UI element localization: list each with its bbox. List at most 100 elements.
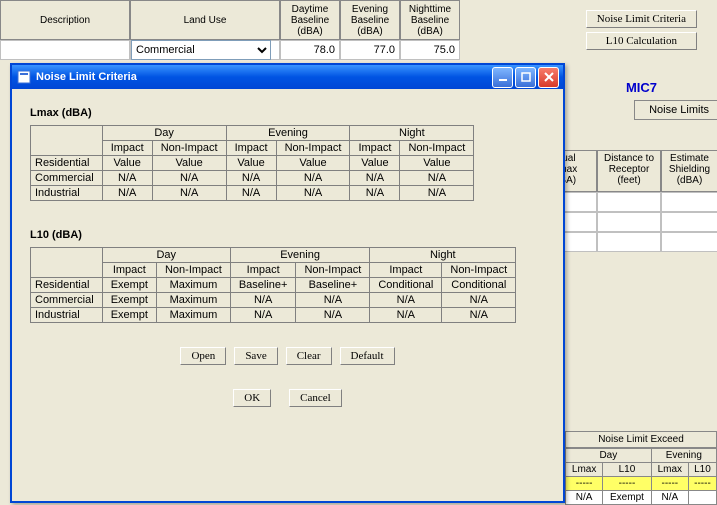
table-cell[interactable]: N/A <box>400 171 474 186</box>
table-cell[interactable]: Baseline+ <box>296 278 370 293</box>
table-cell[interactable]: N/A <box>296 293 370 308</box>
noise-limits-tab[interactable]: Noise Limits <box>634 100 717 120</box>
table-row: ----- ----- ----- ----- <box>566 477 717 491</box>
table-cell: Exempt <box>603 491 651 505</box>
table-cell[interactable]: Exempt <box>102 278 156 293</box>
table-cell <box>688 491 716 505</box>
table-cell: N/A <box>566 491 603 505</box>
table-cell[interactable] <box>661 212 717 232</box>
sub-nonimpact: Non-Impact <box>276 141 350 156</box>
group-night: Night <box>350 126 474 141</box>
sub-impact: Impact <box>102 263 156 278</box>
table-row: Industrial ExemptMaximumN/AN/AN/AN/A <box>31 308 516 323</box>
table-cell[interactable]: N/A <box>152 171 226 186</box>
table-cell[interactable]: Maximum <box>156 293 230 308</box>
l10-calculation-button[interactable]: L10 Calculation <box>586 32 697 50</box>
table-cell[interactable]: Value <box>102 156 152 171</box>
sub-impact: Impact <box>370 263 442 278</box>
table-cell[interactable]: N/A <box>370 308 442 323</box>
sub-nonimpact: Non-Impact <box>442 263 516 278</box>
noise-limit-exceed-title: Noise Limit Exceed <box>565 431 717 448</box>
bg-cell-landuse[interactable]: Commercial <box>130 40 280 60</box>
table-cell[interactable]: N/A <box>230 293 296 308</box>
table-cell: ----- <box>603 477 651 491</box>
maximize-button[interactable] <box>515 67 536 88</box>
bottom-strip: Noise Limit Exceed Day Evening Lmax L10 … <box>565 431 717 505</box>
table-cell[interactable]: Baseline+ <box>230 278 296 293</box>
col-dist-receptor: Distance to Receptor (feet) <box>597 150 661 192</box>
table-cell[interactable]: Maximum <box>156 308 230 323</box>
lmax-section-title: Lmax (dBA) <box>30 107 545 119</box>
table-cell[interactable]: N/A <box>102 186 152 201</box>
table-cell[interactable] <box>661 192 717 212</box>
row-commercial: Commercial <box>31 293 103 308</box>
save-button[interactable]: Save <box>234 347 277 365</box>
sub-impact: Impact <box>350 141 400 156</box>
noise-limit-criteria-button[interactable]: Noise Limit Criteria <box>586 10 697 28</box>
table-cell[interactable]: Conditional <box>370 278 442 293</box>
bg-header-landuse: Land Use <box>130 0 280 40</box>
clear-button[interactable]: Clear <box>286 347 332 365</box>
cancel-button[interactable]: Cancel <box>289 389 342 407</box>
l10-section-title: L10 (dBA) <box>30 229 545 241</box>
bg-cell-daytime[interactable]: 78.0 <box>280 40 340 60</box>
row-commercial: Commercial <box>31 171 103 186</box>
table-cell[interactable]: Value <box>350 156 400 171</box>
window-icon <box>16 69 32 85</box>
table-cell[interactable]: N/A <box>350 186 400 201</box>
table-cell[interactable] <box>597 232 661 252</box>
table-cell[interactable]: Exempt <box>102 293 156 308</box>
table-cell[interactable]: Value <box>400 156 474 171</box>
bottom-col: L10 <box>603 463 651 477</box>
group-night: Night <box>370 248 516 263</box>
table-cell[interactable]: N/A <box>102 171 152 186</box>
bg-cell-nighttime[interactable]: 75.0 <box>400 40 460 60</box>
table-cell[interactable] <box>661 232 717 252</box>
table-cell[interactable]: N/A <box>296 308 370 323</box>
open-button[interactable]: Open <box>180 347 226 365</box>
table-cell[interactable]: Exempt <box>102 308 156 323</box>
table-cell[interactable]: N/A <box>442 308 516 323</box>
bg-cell-description[interactable] <box>0 40 130 60</box>
table-cell[interactable]: N/A <box>226 171 276 186</box>
table-cell[interactable] <box>597 212 661 232</box>
bottom-col: L10 <box>688 463 716 477</box>
table-cell[interactable] <box>597 192 661 212</box>
bg-header-daytime: Daytime Baseline (dBA) <box>280 0 340 40</box>
table-cell[interactable]: N/A <box>276 186 350 201</box>
table-cell[interactable]: Value <box>152 156 226 171</box>
land-use-select[interactable]: Commercial <box>131 40 271 60</box>
default-button[interactable]: Default <box>340 347 395 365</box>
row-industrial: Industrial <box>31 186 103 201</box>
table-cell[interactable]: N/A <box>152 186 226 201</box>
sub-impact: Impact <box>230 263 296 278</box>
bg-cell-evening[interactable]: 77.0 <box>340 40 400 60</box>
titlebar[interactable]: Noise Limit Criteria <box>12 65 563 89</box>
group-day: Day <box>102 248 230 263</box>
table-cell[interactable]: Value <box>226 156 276 171</box>
row-residential: Residential <box>31 156 103 171</box>
table-cell[interactable]: N/A <box>276 171 350 186</box>
noise-limit-criteria-dialog: Noise Limit Criteria Lmax (dBA) Day Even… <box>10 63 565 503</box>
table-cell[interactable]: Maximum <box>156 278 230 293</box>
table-cell[interactable]: N/A <box>350 171 400 186</box>
row-industrial: Industrial <box>31 308 103 323</box>
sub-impact: Impact <box>226 141 276 156</box>
table-cell[interactable]: N/A <box>400 186 474 201</box>
close-button[interactable] <box>538 67 559 88</box>
group-day: Day <box>102 126 226 141</box>
bottom-group-day: Day <box>566 449 652 463</box>
ok-button[interactable]: OK <box>233 389 271 407</box>
minimize-button[interactable] <box>492 67 513 88</box>
table-cell: N/A <box>651 491 688 505</box>
l10-table: Day Evening Night Impact Non-Impact Impa… <box>30 247 516 323</box>
table-cell[interactable]: Conditional <box>442 278 516 293</box>
table-cell[interactable]: N/A <box>226 186 276 201</box>
table-row: Commercial N/AN/AN/AN/AN/AN/A <box>31 171 474 186</box>
sub-nonimpact: Non-Impact <box>156 263 230 278</box>
table-cell[interactable]: N/A <box>370 293 442 308</box>
table-cell[interactable]: Value <box>276 156 350 171</box>
col-shielding: Estimate Shielding (dBA) <box>661 150 717 192</box>
table-cell[interactable]: N/A <box>442 293 516 308</box>
table-cell[interactable]: N/A <box>230 308 296 323</box>
